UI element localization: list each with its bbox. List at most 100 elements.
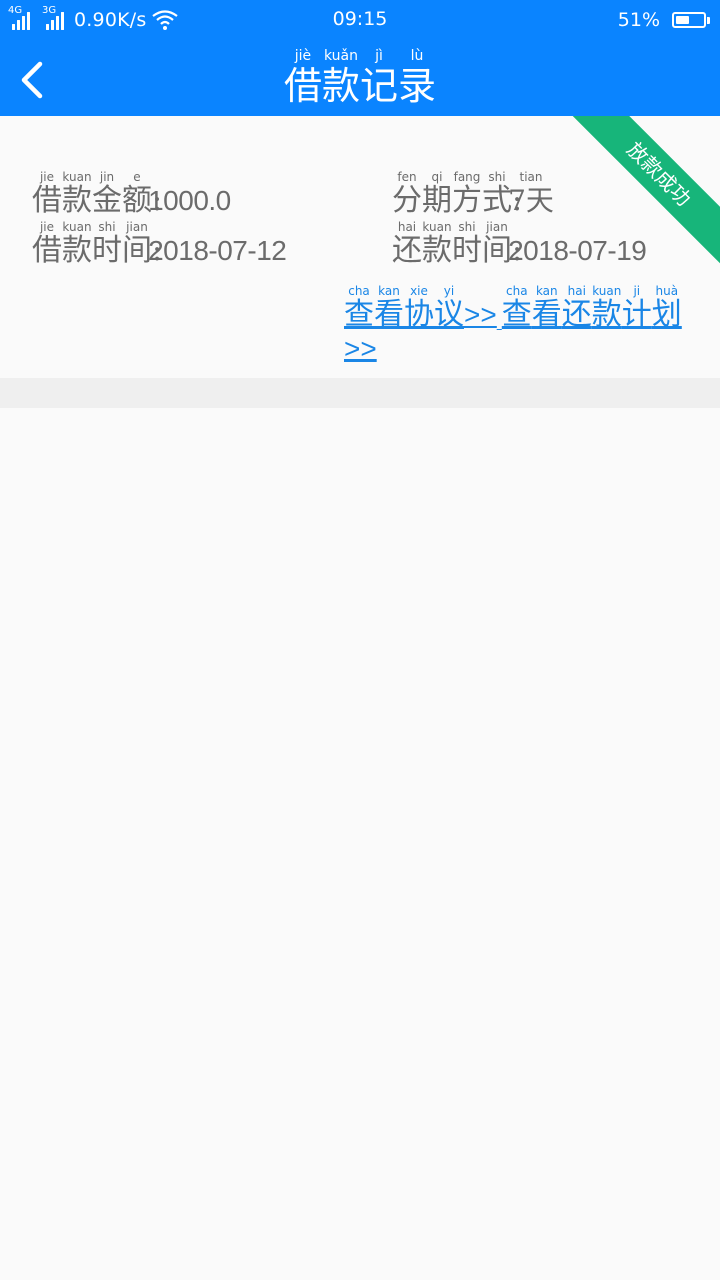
hanzi: 方 [452,183,482,218]
pinyin: jie [39,170,55,184]
view-repayment-plan-text: cha 查 kan 看 hai 还 kuan 款 ji 计 huà 划 [502,284,682,332]
hanzi: 议 [434,297,464,332]
hanzi: 协 [404,297,434,332]
app-header: jiè 借 kuǎn 款 jì 记 lù 录 [0,40,720,116]
loan-amount-value: 1000.0 [148,185,231,216]
annotated-char: huà 划 [652,284,682,332]
annotated-char: jiè 借 [284,48,322,108]
hanzi: 查 [501,297,532,332]
pinyin: shi [458,220,476,234]
pinyin: qi [431,170,443,184]
hanzi: 款 [62,183,92,218]
clock: 09:15 [332,8,388,30]
annotated-char: jì 记 [360,48,398,108]
pinyin: hai [567,284,586,298]
hanzi: 款 [321,64,360,108]
annotated-char: lù 录 [398,48,436,108]
hanzi: 还 [392,233,422,268]
battery-percent: 51% [617,9,660,31]
annotated-char: ji 计 [622,284,652,332]
pinyin: hai [397,220,417,234]
pinyin: kuǎn [323,48,358,64]
loan-date-label: jie 借 kuan 款 shi 时 jian 间: [32,220,162,268]
pinyin: kan [378,284,400,298]
annotated-char: kuǎn 款 [322,48,360,108]
annotated-char: kuan 款 [592,284,622,332]
view-agreement-arrow: >> [464,299,497,330]
pinyin: fang [453,170,481,184]
pinyin: jin [99,170,115,184]
annotated-char: fen 分 [392,170,422,218]
pinyin: jian [486,220,508,234]
hanzi: 还 [561,297,592,332]
hanzi: 款 [62,233,92,268]
record-links: cha 查 kan 看 xie 协 yi 议 >> cha 查 kan 看 hai 还 kuan 款 ji 计 hu… [344,284,704,366]
annotated-char: kuan 款 [422,220,452,268]
hanzi: 时 [452,233,482,268]
annotated-char: kuan 款 [62,170,92,218]
pinyin: kuan [62,220,92,234]
section-divider [0,378,720,408]
loan-amount-label: jie 借 kuan 款 jin 金 e 额: [32,170,162,218]
view-plan-arrow: >> [344,333,377,364]
pinyin: jì [375,48,383,64]
page-title: jiè 借 kuǎn 款 jì 记 lù 录 [0,48,720,108]
annotated-char: shi 时 [92,220,122,268]
annotated-char: jie 借 [32,170,62,218]
pinyin: kuan [422,220,452,234]
loan-date-row: jie 借 kuan 款 shi 时 jian 间: 2018-07-12 [32,220,287,268]
hanzi: 款 [422,233,452,268]
battery-level [676,16,689,24]
annotated-char: kan 看 [532,284,562,332]
hanzi: 看 [531,297,562,332]
status-bar: 4G 3G 0.90K/s 09:15 51% [0,0,720,40]
hanzi: 借 [283,64,322,108]
pinyin: shi [488,170,506,184]
installment-row: fen 分 qi 期 fang 方 shi 式: tian 7天 [392,170,554,218]
hanzi: 借 [32,183,62,218]
annotated-char: xie 协 [404,284,434,332]
pinyin: jian [126,220,148,234]
loan-amount-row: jie 借 kuan 款 jin 金 e 额: 1000.0 [32,170,231,218]
hanzi: 查 [344,297,374,332]
pinyin: shi [98,220,116,234]
pinyin: fen [397,170,417,184]
pinyin: lù [410,48,424,64]
hanzi: 记 [360,64,399,108]
annotated-char: shi 时 [452,220,482,268]
pinyin: kan [535,284,558,298]
view-agreement-text: cha 查 kan 看 xie 协 yi 议 [344,284,464,332]
annotated-char: hai 还 [392,220,422,268]
installment-label: fen 分 qi 期 fang 方 shi 式: [392,170,522,218]
hanzi: 期 [422,183,452,218]
annotated-char: kuan 款 [62,220,92,268]
hanzi: 金 [92,183,122,218]
annotated-char: fang 方 [452,170,482,218]
annotated-char: cha 查 [502,284,532,332]
annotated-char: kan 看 [374,284,404,332]
hanzi: 录 [398,64,437,108]
pinyin: huà [655,284,679,298]
pinyin: jiè [294,48,312,64]
loan-date-value: 2018-07-12 [148,235,287,266]
view-agreement-link[interactable]: cha 查 kan 看 xie 协 yi 议 >> [344,284,497,332]
pinyin: jie [39,220,55,234]
pinyin: ji [633,284,641,298]
pinyin: kuan [592,284,622,298]
hanzi: 借 [32,233,62,268]
pinyin: xie [410,284,428,298]
hanzi: 看 [374,297,404,332]
annotated-char: jie 借 [32,220,62,268]
installment-value: tian 7天 [508,170,554,217]
annotated-char: hai 还 [562,284,592,332]
annotated-char: cha 查 [344,284,374,332]
hanzi: 划 [651,297,682,332]
pinyin: kuan [62,170,92,184]
battery-icon [672,12,710,28]
annotated-char: qi 期 [422,170,452,218]
annotated-char: yi 议 [434,284,464,332]
pinyin: cha [348,284,370,298]
hanzi: 分 [392,183,422,218]
loan-record-card[interactable]: 放款成功 jie 借 kuan 款 jin 金 e 额: 1000.0 fen 分 qi 期 fang… [0,116,720,378]
pinyin: cha [506,284,528,298]
